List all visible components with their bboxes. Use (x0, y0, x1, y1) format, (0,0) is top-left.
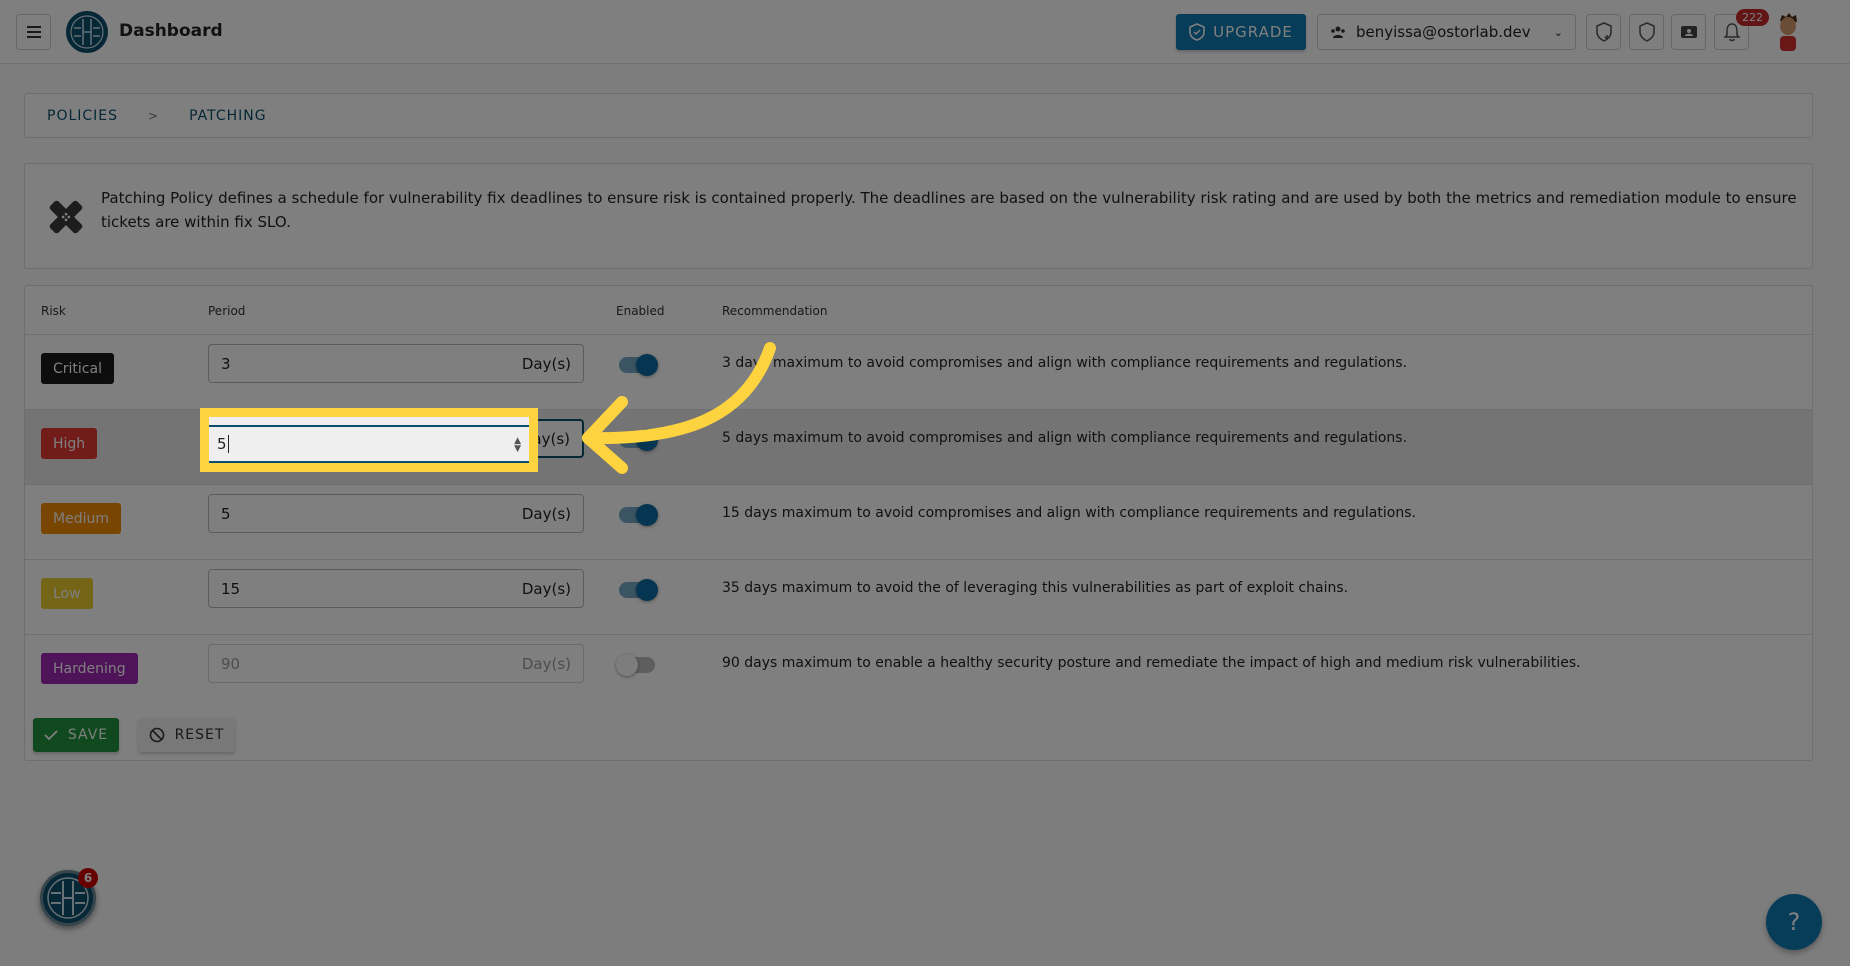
menu-button[interactable] (16, 14, 51, 50)
period-unit: Day(s) (522, 580, 571, 598)
toggle-knob (636, 579, 658, 601)
period-value: 90 (221, 655, 522, 673)
reset-button[interactable]: RESET (138, 718, 235, 752)
help-button[interactable]: ? (1766, 894, 1822, 950)
focused-input-value: 5 (217, 435, 227, 453)
recommendation-text: 3 days maximum to avoid compromises and … (722, 355, 1407, 371)
contacts-button[interactable] (1671, 14, 1706, 50)
check-icon (44, 729, 58, 741)
upgrade-button[interactable]: UPGRADE (1176, 14, 1306, 50)
enabled-toggle-hardening[interactable] (619, 657, 655, 673)
period-input-critical[interactable]: 3 Day(s) (208, 344, 584, 383)
org-email: benyissa@ostorlab.dev (1356, 23, 1531, 41)
save-button[interactable]: SAVE (33, 718, 119, 752)
enabled-toggle-high[interactable] (619, 432, 655, 448)
breadcrumb-separator: > (148, 109, 159, 123)
period-input-hardening[interactable]: 90 Day(s) (208, 644, 584, 683)
users-icon (1330, 26, 1346, 38)
period-unit: Day(s) (522, 655, 571, 673)
column-header-enabled: Enabled (616, 304, 665, 318)
recommendation-text: 5 days maximum to avoid compromises and … (722, 430, 1407, 446)
toggle-knob (636, 354, 658, 376)
period-value: 15 (221, 580, 522, 598)
toggle-knob (616, 654, 638, 676)
bandage-icon (47, 198, 85, 236)
patching-policy-table: Risk Period Enabled Recommendation Criti… (24, 285, 1813, 761)
security-button[interactable] (1629, 14, 1664, 50)
table-row-critical: Critical 3 Day(s) 3 days maximum to avoi… (25, 334, 1812, 409)
period-input-medium[interactable]: 5 Day(s) (208, 494, 584, 533)
chevron-down-icon: ⌄ (1554, 26, 1563, 39)
shield-icon (1189, 23, 1205, 41)
breadcrumb: POLICIES > PATCHING (24, 93, 1813, 138)
focused-period-input[interactable]: 5 ▲▼ (209, 425, 529, 463)
risk-badge-medium: Medium (41, 503, 121, 534)
ostorlab-logo[interactable] (66, 11, 108, 53)
policy-description-text: Patching Policy defines a schedule for v… (101, 186, 1801, 234)
column-header-period: Period (208, 304, 245, 318)
app-title: Dashboard (119, 21, 223, 41)
bell-icon (1724, 22, 1740, 42)
enabled-toggle-low[interactable] (619, 582, 655, 598)
period-value: 3 (221, 355, 522, 373)
top-bar: Dashboard UPGRADE benyissa@ostorlab.dev … (0, 0, 1850, 64)
toggle-knob (636, 429, 658, 451)
user-avatar[interactable] (1773, 12, 1803, 52)
block-icon (149, 727, 165, 743)
risk-badge-hardening: Hardening (41, 653, 138, 684)
column-header-risk: Risk (41, 304, 66, 318)
recommendation-text: 90 days maximum to enable a healthy secu… (722, 655, 1581, 671)
policy-description-card: Patching Policy defines a schedule for v… (24, 163, 1813, 269)
enabled-toggle-medium[interactable] (619, 507, 655, 523)
text-caret (228, 435, 229, 453)
risk-badge-low: Low (41, 578, 93, 609)
reset-label: RESET (175, 727, 225, 743)
notification-count-badge: 222 (1736, 9, 1769, 26)
column-header-recommendation: Recommendation (722, 304, 827, 318)
organization-select[interactable]: benyissa@ostorlab.dev ⌄ (1317, 14, 1576, 50)
avatar-icon (1773, 12, 1803, 52)
risk-badge-high: High (41, 428, 97, 459)
contact-card-icon (1680, 24, 1698, 40)
logo-circuit-icon (68, 13, 106, 51)
table-row-medium: Medium 5 Day(s) 15 days maximum to avoid… (25, 484, 1812, 559)
period-value: 5 (221, 505, 522, 523)
toggle-knob (636, 504, 658, 526)
upgrade-label: UPGRADE (1213, 23, 1293, 41)
tutorial-highlight-box: 5 ▲▼ (200, 408, 538, 472)
recommendation-text: 35 days maximum to avoid the of leveragi… (722, 580, 1348, 596)
breadcrumb-item-patching[interactable]: PATCHING (189, 108, 267, 124)
recommendation-text: 15 days maximum to avoid compromises and… (722, 505, 1416, 521)
period-unit: Day(s) (522, 355, 571, 373)
enabled-toggle-critical[interactable] (619, 357, 655, 373)
period-input-low[interactable]: 15 Day(s) (208, 569, 584, 608)
add-scan-button[interactable] (1586, 14, 1621, 50)
assistant-badge: 6 (78, 868, 98, 888)
shield-plus-icon (1595, 22, 1613, 42)
number-spinner-icon[interactable]: ▲▼ (514, 437, 521, 453)
table-row-low: Low 15 Day(s) 35 days maximum to avoid t… (25, 559, 1812, 634)
breadcrumb-item-policies[interactable]: POLICIES (47, 108, 118, 124)
risk-badge-critical: Critical (41, 353, 114, 384)
table-row-hardening: Hardening 90 Day(s) 90 days maximum to e… (25, 634, 1812, 709)
save-label: SAVE (68, 727, 108, 743)
period-unit: Day(s) (522, 505, 571, 523)
shield-icon (1638, 22, 1656, 42)
menu-icon (27, 31, 41, 33)
